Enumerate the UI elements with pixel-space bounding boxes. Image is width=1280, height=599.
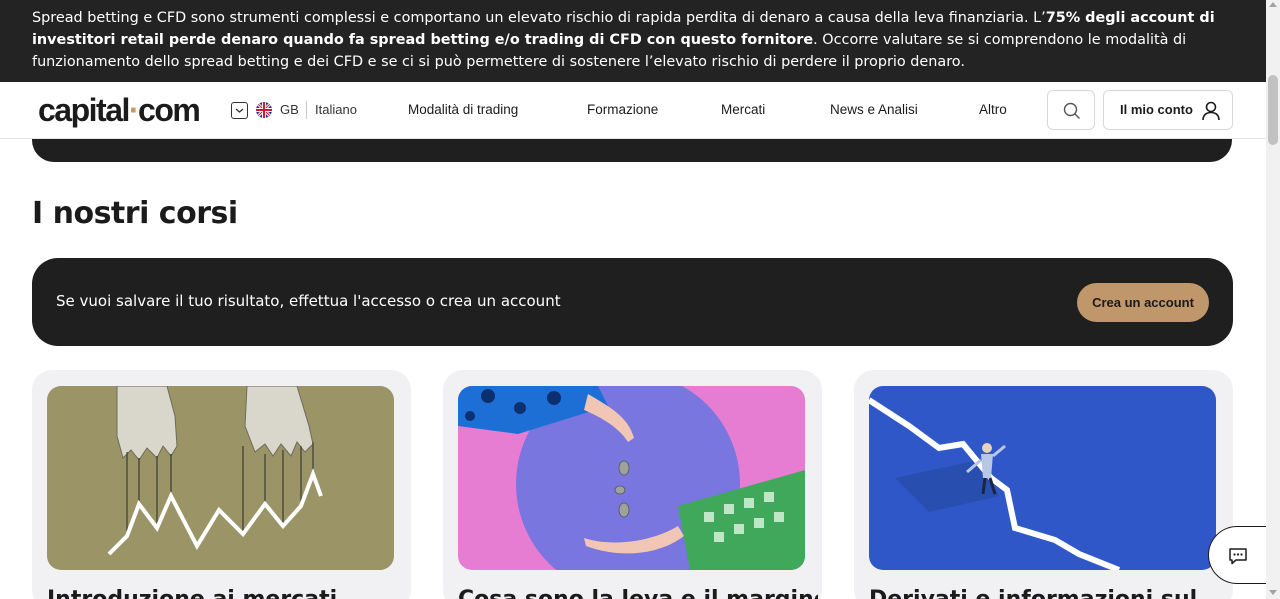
- scrollbar-thumb[interactable]: [1268, 75, 1278, 145]
- login-prompt-banner: Se vuoi salvare il tuo risultato, effett…: [32, 258, 1233, 346]
- page-title: I nostri corsi: [32, 196, 238, 231]
- page-scrollbar[interactable]: [1266, 0, 1280, 599]
- previous-section-bottom: [32, 139, 1232, 162]
- login-prompt-text: Se vuoi salvare il tuo risultato, effett…: [56, 292, 561, 310]
- logo-text-right: com: [138, 92, 201, 128]
- nav-news-analysis[interactable]: News e Analisi: [830, 101, 918, 119]
- scroll-up-arrow-icon[interactable]: [1269, 2, 1277, 7]
- uk-flag-icon: [256, 102, 272, 118]
- language-selector[interactable]: Italiano: [315, 101, 357, 119]
- create-account-button[interactable]: Crea un account: [1077, 283, 1209, 322]
- user-icon: [1202, 101, 1220, 121]
- nav-trading-modes[interactable]: Modalità di trading: [408, 101, 518, 119]
- course-image-falling-chart: [869, 386, 1216, 570]
- logo-text-left: capital: [38, 92, 130, 128]
- nav-more[interactable]: Altro: [979, 101, 1007, 119]
- course-image-puppet-chart: [47, 386, 394, 570]
- capital-com-logo[interactable]: capital·com: [38, 90, 201, 130]
- nav-markets[interactable]: Mercati: [721, 101, 765, 119]
- course-title[interactable]: Derivati e informazioni sul: [869, 586, 1229, 599]
- logo-dot: ·: [128, 92, 140, 128]
- chat-icon: [1229, 548, 1247, 565]
- divider: [306, 101, 307, 119]
- chat-button[interactable]: [1208, 526, 1266, 584]
- chevron-down-icon[interactable]: [231, 102, 248, 119]
- course-title[interactable]: Cosa sono la leva e il margine?: [458, 586, 818, 599]
- course-title[interactable]: Introduzione ai mercati: [47, 586, 407, 599]
- my-account-button[interactable]: Il mio conto: [1103, 90, 1233, 130]
- nav-education[interactable]: Formazione: [587, 101, 658, 119]
- country-code[interactable]: GB: [280, 101, 299, 119]
- my-account-label: Il mio conto: [1120, 102, 1193, 117]
- course-card[interactable]: Cosa sono la leva e il margine?: [443, 370, 822, 599]
- scroll-down-arrow-icon[interactable]: [1269, 590, 1277, 595]
- main-navbar: capital·com GB Italiano Modalità di trad…: [0, 82, 1266, 139]
- risk-warning-text: Spread betting e CFD sono strumenti comp…: [32, 10, 1046, 26]
- search-button[interactable]: [1047, 90, 1095, 130]
- risk-warning-banner: Spread betting e CFD sono strumenti comp…: [0, 0, 1266, 82]
- course-image-coins-hands: [458, 386, 805, 570]
- course-card[interactable]: Introduzione ai mercati: [32, 370, 411, 599]
- search-icon: [1063, 102, 1080, 119]
- course-card[interactable]: Derivati e informazioni sul: [854, 370, 1233, 599]
